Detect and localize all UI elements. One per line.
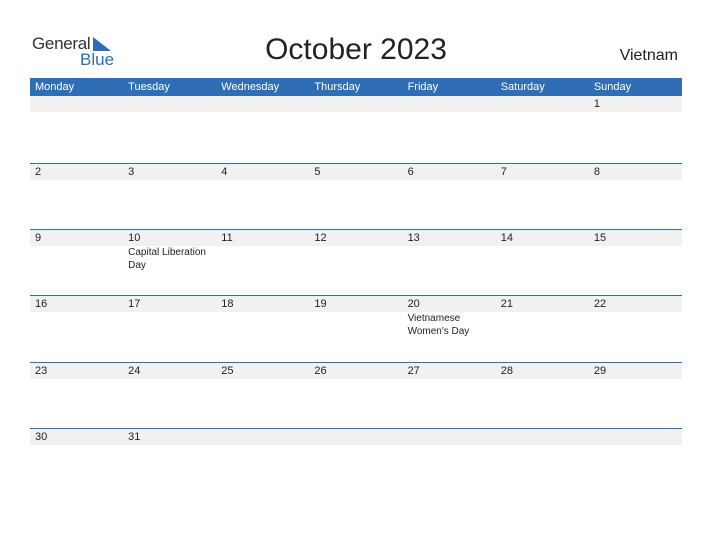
week-row: 30 31 [30,428,682,488]
week-row: 16 17 18 19 20 21 22 Vietnamese Women's Day [30,295,682,362]
day-number: 30 [35,431,48,443]
day-number [403,96,496,112]
holiday-label: Vietnamese Women's Day [407,313,470,337]
day-number: 17 [128,298,141,310]
weekday-wednesday: Wednesday [221,81,280,93]
day-number: 19 [314,298,327,310]
date-band: 16 17 18 19 20 21 22 [30,296,682,312]
week-row: 1 [30,96,682,163]
day-number: 29 [593,365,607,377]
day-number: 20 [407,298,420,310]
day-number: 18 [221,298,234,310]
holiday-label [123,312,216,338]
country-label: Vietnam [619,47,678,64]
day-number: 3 [128,166,135,178]
day-number: 28 [500,365,513,377]
weekday-thursday: Thursday [314,81,361,93]
day-number: 6 [407,166,414,178]
day-number: 7 [500,166,507,178]
day-number [216,429,309,445]
holiday-label [30,312,123,338]
date-band: 1 [30,96,682,112]
events-row: Vietnamese Women's Day [30,312,682,338]
day-number [403,429,496,445]
day-number [216,96,309,112]
day-number [496,429,589,445]
page-title: October 2023 [265,33,447,66]
day-number: 26 [314,365,327,377]
day-number: 27 [407,365,420,377]
date-band: 23 24 25 26 27 28 29 [30,363,682,379]
holiday-label [30,246,123,272]
day-number: 10 [128,232,141,244]
day-number: 11 [221,232,233,244]
day-number [309,96,402,112]
holiday-label [589,312,682,338]
weekday-saturday: Saturday [500,81,545,93]
holiday-label [216,246,309,272]
day-number: 4 [221,166,228,178]
day-number: 25 [221,365,234,377]
day-number: 12 [314,232,327,244]
day-number: 22 [593,298,607,310]
weekday-monday: Monday [35,81,75,93]
day-number: 5 [314,166,321,178]
day-number [30,96,123,112]
holiday-label [589,246,682,272]
holiday-label [309,246,402,272]
holiday-label: Capital Liberation Day [128,247,206,271]
holiday-label [309,312,402,338]
events-row: Capital Liberation Day [30,246,682,272]
holiday-label [496,246,589,272]
day-number: 13 [407,232,420,244]
day-number [589,429,682,445]
week-row: 9 10 11 12 13 14 15 Capital Liberation Day [30,229,682,295]
day-number: 21 [500,298,513,310]
day-number: 23 [35,365,48,377]
date-band: 9 10 11 12 13 14 15 [30,230,682,246]
date-band: 2 3 4 5 6 7 8 [30,164,682,180]
day-number [309,429,402,445]
day-number: 9 [35,232,42,244]
holiday-label [496,312,589,338]
day-number [123,96,216,112]
day-number: 31 [128,431,141,443]
day-number: 14 [500,232,513,244]
day-number: 8 [593,166,600,178]
day-number: 1 [593,98,600,110]
date-band: 30 31 [30,429,682,445]
day-number: 16 [35,298,48,310]
week-row: 2 3 4 5 6 7 8 [30,163,682,229]
weekday-header: Monday Tuesday Wednesday Thursday Friday… [30,78,682,96]
weekday-tuesday: Tuesday [128,81,170,93]
day-number: 24 [128,365,141,377]
day-number: 2 [35,166,42,178]
day-number [496,96,589,112]
weekday-friday: Friday [407,81,439,93]
week-row: 23 24 25 26 27 28 29 [30,362,682,428]
weekday-sunday: Sunday [593,81,632,93]
day-number: 15 [593,232,607,244]
holiday-label [403,246,496,272]
holiday-label [216,312,309,338]
calendar-grid: Monday Tuesday Wednesday Thursday Friday… [30,78,682,488]
